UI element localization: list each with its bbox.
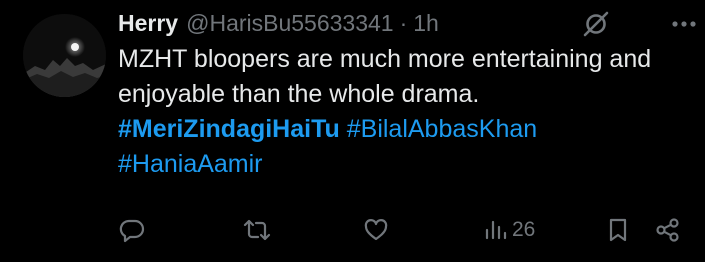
reply-icon xyxy=(119,219,145,243)
hashtag-link[interactable]: #BilalAbbasKhan xyxy=(347,115,537,143)
repost-button[interactable] xyxy=(242,212,272,248)
views-icon xyxy=(485,220,507,240)
author-display-name[interactable]: Herry xyxy=(118,10,178,37)
post-content: Herry @HarisBu55633341 · 1h MZHT blooper… xyxy=(118,6,696,182)
post-header: Herry @HarisBu55633341 · 1h xyxy=(118,6,696,40)
repost-icon xyxy=(243,219,271,241)
separator-dot: · xyxy=(399,9,408,36)
avatar[interactable] xyxy=(23,14,106,97)
grok-icon[interactable] xyxy=(581,9,611,39)
hashtag-link[interactable]: #HaniaAamir xyxy=(118,150,263,178)
bookmark-button[interactable] xyxy=(606,212,630,248)
post-body: MZHT bloopers are much more entertaining… xyxy=(118,45,652,108)
reply-button[interactable] xyxy=(118,212,146,248)
hashtag-link[interactable]: #MeriZindagiHaiTu xyxy=(118,115,340,143)
post[interactable]: Herry @HarisBu55633341 · 1h MZHT blooper… xyxy=(0,0,705,262)
views-count: 26 xyxy=(512,218,536,241)
post-text: MZHT bloopers are much more entertaining… xyxy=(118,42,688,182)
more-icon[interactable] xyxy=(669,9,699,39)
post-timestamp[interactable]: 1h xyxy=(413,10,439,37)
share-button[interactable] xyxy=(654,212,682,248)
share-icon xyxy=(656,218,679,242)
like-icon xyxy=(364,219,388,241)
action-bar: 26 xyxy=(0,212,705,248)
bookmark-icon xyxy=(609,218,627,242)
like-button[interactable] xyxy=(362,212,390,248)
views-button[interactable]: 26 xyxy=(484,212,535,248)
author-handle[interactable]: @HarisBu55633341 xyxy=(186,10,393,37)
